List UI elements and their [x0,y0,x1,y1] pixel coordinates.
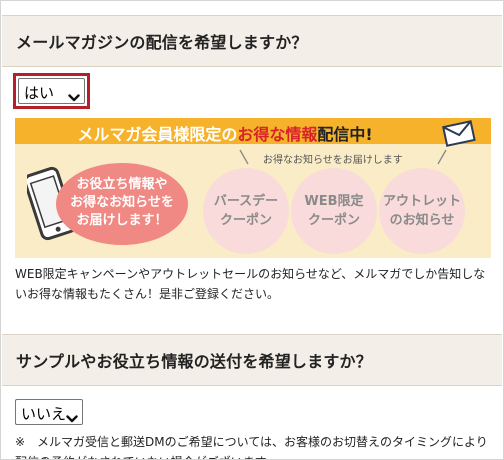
decor-slash-right [437,149,447,165]
newsletter-select-value: はい [24,84,55,102]
newsletter-question: メールマガジンの配信を希望しますか？ [16,33,308,52]
notice-text: ※ メルマガ受信と郵送DMのご希望については、お客様のお切替えのタイミングにより… [15,435,488,459]
outlet-notice-badge: アウトレット のお知らせ [379,168,465,254]
web-coupon-badge: WEB限定 クーポン [291,168,377,254]
chevron-down-icon [66,409,78,427]
samples-question: サンプルやお役立ち情報の送付を希望しますか？ [16,352,372,371]
benefits-bubble: お役立ち情報や お得なお知らせを お届けします！ [56,163,188,245]
newsletter-benefits-banner: メルマガ会員様限定のお得な情報配信中! お得なお知らせをお届けします お役立ち情… [15,118,491,258]
newsletter-select[interactable]: はい [18,78,85,104]
banner-header: メルマガ会員様限定のお得な情報配信中! [15,118,491,147]
newsletter-description: WEB限定キャンペーンやアウトレットセールのお知らせなど、メルマガでしか告知しな… [15,267,486,301]
banner-title: メルマガ会員様限定のお得な情報配信中! [77,125,373,144]
samples-question-header: サンプルやお役立ち情報の送付を希望しますか？ [2,334,502,386]
chevron-down-icon [68,88,80,106]
banner-subtitle: お得なお知らせをお届けします [263,155,403,166]
samples-select[interactable]: いいえ [15,399,83,425]
registration-form: メールマガジンの配信を希望しますか？ はい メルマガ会員様限定のお得な情報配信中… [0,0,504,460]
newsletter-question-header: メールマガジンの配信を希望しますか？ [2,15,502,67]
samples-select-value: いいえ [21,405,67,423]
decor-slash-left [239,149,249,165]
birthday-coupon-badge: バースデー クーポン [203,168,289,254]
